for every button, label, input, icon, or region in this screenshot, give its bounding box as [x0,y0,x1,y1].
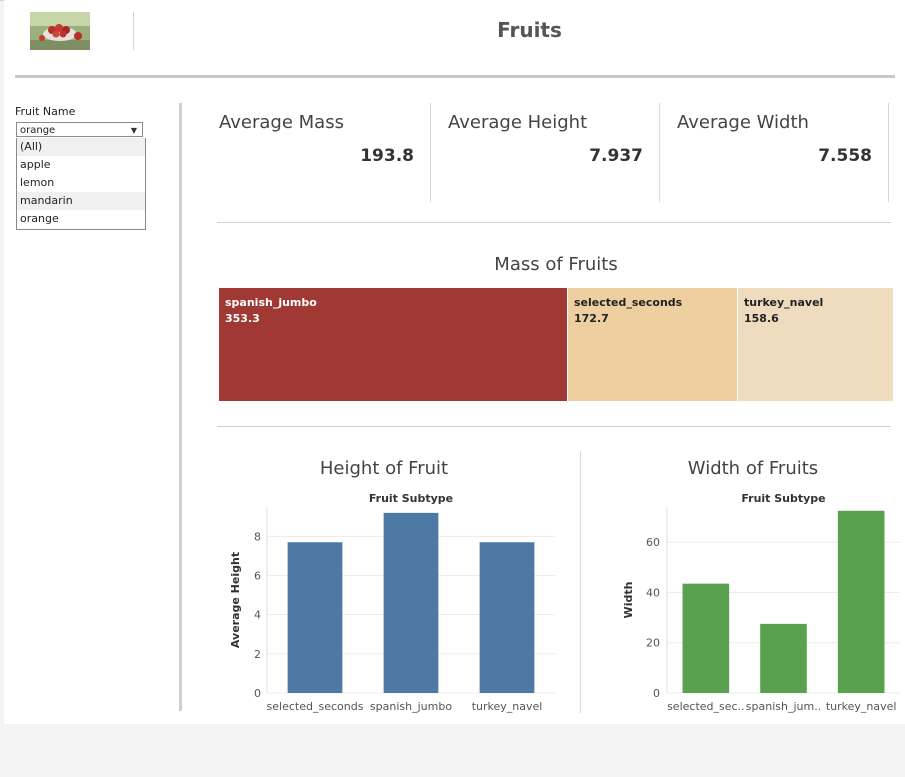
section-rule [217,222,891,223]
treemap-cell-turkey-navel[interactable]: turkey_navel 158.6 [738,288,893,401]
bar[interactable] [287,542,343,693]
width-chart-title: Width of Fruits [687,458,819,479]
x-tick-label: selected_seconds [267,700,364,713]
x-tick-label: turkey_navel [472,700,543,713]
y-axis-title: Average Height [229,552,242,648]
bar[interactable] [682,583,730,693]
treemap-cell-name: selected_seconds [574,296,683,309]
y-tick-label: 40 [646,586,660,599]
y-tick-label: 8 [254,530,261,543]
filter-option-orange[interactable]: orange [17,210,145,228]
filter-option-apple[interactable]: apple [17,156,145,174]
filter-option-mandarin[interactable]: mandarin [17,192,145,210]
y-tick-label: 2 [254,648,261,661]
bar[interactable] [760,623,807,693]
y-tick-label: 0 [653,687,660,700]
fruit-name-dropdown[interactable]: orange ▼ [16,122,143,137]
chart-divider [580,451,581,713]
treemap-cell-selected-seconds[interactable]: selected_seconds 172.7 [568,288,737,401]
y-tick-label: 6 [254,570,261,583]
treemap-cell-name: spanish_jumbo [225,296,317,309]
kpi-divider [888,103,889,202]
x-tick-label: turkey_navel [826,700,897,713]
treemap-cell-value: 158.6 [744,312,779,325]
filter-option-all[interactable]: (All) [17,138,145,156]
filter-label: Fruit Name [15,105,76,118]
treemap-cell-spanish-jumbo[interactable]: spanish_jumbo 353.3 [219,288,567,401]
bar[interactable] [837,510,885,693]
mass-chart-title: Mass of Fruits [494,254,618,275]
bar[interactable] [479,542,535,693]
x-tick-label: spanish_jumbo [370,700,452,713]
treemap-cell-value: 353.3 [225,312,260,325]
section-rule [217,426,891,427]
treemap-cell-name: turkey_navel [744,296,824,309]
bar[interactable] [383,512,439,693]
filter-option-lemon[interactable]: lemon [17,174,145,192]
height-chart-title: Height of Fruit [319,458,449,479]
dropdown-selected-value: orange [20,125,56,136]
x-tick-label: selected_sec.. [667,700,744,713]
mass-treemap: spanish_jumbo 353.3 selected_seconds 172… [219,288,893,401]
kpi-divider [430,103,431,202]
kpi-average-height-value: 7.937 [589,146,643,166]
x-axis-title: Fruit Subtype [369,492,453,505]
fruit-logo-image [30,12,90,50]
x-axis-title: Fruit Subtype [741,492,825,505]
page-title: Fruits [497,18,562,42]
kpi-average-mass-label: Average Mass [219,112,344,133]
kpi-average-width-value: 7.558 [818,146,872,166]
kpi-average-mass-value: 193.8 [360,146,414,166]
dashboard: Fruits Fruit Name orange ▼ (All) apple l… [4,0,905,724]
y-tick-label: 20 [646,637,660,650]
header-rule [15,75,895,78]
width-bar-chart: Fruit Subtype Width 0 20 40 60 selected_sec.. s… [622,492,900,713]
x-tick-label: spanish_jum.. [746,700,821,713]
treemap-cell-value: 172.7 [574,312,609,325]
height-bar-chart: Fruit Subtype Average Height 0 2 4 6 8 selected… [229,492,555,713]
kpi-average-width-label: Average Width [677,112,809,133]
y-tick-label: 4 [254,609,261,622]
y-axis-title: Width [622,582,635,619]
y-tick-label: 0 [254,687,261,700]
sidebar-divider [179,103,182,711]
y-tick-label: 60 [646,536,660,549]
dropdown-arrow-icon[interactable]: ▼ [131,123,137,138]
fruit-name-options-list: (All) apple lemon mandarin orange [16,138,146,230]
kpi-average-height-label: Average Height [448,112,588,133]
kpi-divider [659,103,660,202]
